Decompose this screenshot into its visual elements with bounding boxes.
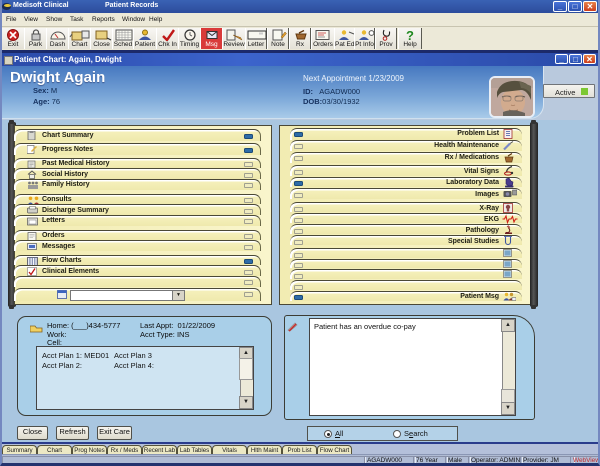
- svg-text:?: ?: [406, 29, 414, 41]
